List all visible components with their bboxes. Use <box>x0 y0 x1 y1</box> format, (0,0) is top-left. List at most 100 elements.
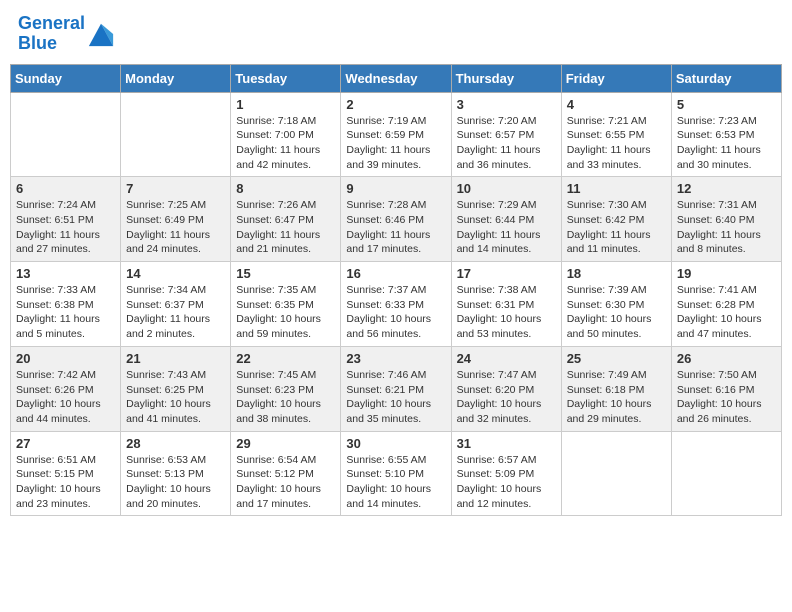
day-info: Sunrise: 7:18 AMSunset: 7:00 PMDaylight:… <box>236 114 335 173</box>
logo-text: GeneralBlue <box>18 14 85 54</box>
calendar-cell: 24 Sunrise: 7:47 AMSunset: 6:20 PMDayligh… <box>451 346 561 431</box>
calendar-cell: 1 Sunrise: 7:18 AMSunset: 7:00 PMDaylight… <box>231 92 341 177</box>
weekday-header: Monday <box>121 64 231 92</box>
calendar-week-row: 13 Sunrise: 7:33 AMSunset: 6:38 PMDayligh… <box>11 262 782 347</box>
calendar-cell: 11 Sunrise: 7:30 AMSunset: 6:42 PMDayligh… <box>561 177 671 262</box>
calendar-cell <box>11 92 121 177</box>
day-number: 27 <box>16 436 115 451</box>
calendar-cell: 12 Sunrise: 7:31 AMSunset: 6:40 PMDayligh… <box>671 177 781 262</box>
calendar-cell: 31 Sunrise: 6:57 AMSunset: 5:09 PMDayligh… <box>451 431 561 516</box>
calendar-cell <box>121 92 231 177</box>
weekday-header: Friday <box>561 64 671 92</box>
calendar-cell: 5 Sunrise: 7:23 AMSunset: 6:53 PMDaylight… <box>671 92 781 177</box>
day-info: Sunrise: 7:42 AMSunset: 6:26 PMDaylight:… <box>16 368 115 427</box>
day-number: 25 <box>567 351 666 366</box>
day-info: Sunrise: 7:31 AMSunset: 6:40 PMDaylight:… <box>677 198 776 257</box>
day-info: Sunrise: 7:29 AMSunset: 6:44 PMDaylight:… <box>457 198 556 257</box>
weekday-header: Sunday <box>11 64 121 92</box>
calendar-cell: 2Sunrise: 7:19 AMSunset: 6:59 PMDaylight… <box>341 92 451 177</box>
day-number: 2 <box>346 97 445 112</box>
day-info: Sunrise: 7:33 AMSunset: 6:38 PMDaylight:… <box>16 283 115 342</box>
day-info: Sunrise: 7:24 AMSunset: 6:51 PMDaylight:… <box>16 198 115 257</box>
day-info: Sunrise: 6:55 AMSunset: 5:10 PMDaylight:… <box>346 453 445 512</box>
calendar-week-row: 6Sunrise: 7:24 AMSunset: 6:51 PMDaylight… <box>11 177 782 262</box>
day-number: 12 <box>677 181 776 196</box>
day-info: Sunrise: 7:41 AMSunset: 6:28 PMDaylight:… <box>677 283 776 342</box>
day-info: Sunrise: 7:50 AMSunset: 6:16 PMDaylight:… <box>677 368 776 427</box>
day-number: 29 <box>236 436 335 451</box>
day-info: Sunrise: 7:20 AMSunset: 6:57 PMDaylight:… <box>457 114 556 173</box>
day-number: 15 <box>236 266 335 281</box>
day-number: 24 <box>457 351 556 366</box>
weekday-header: Wednesday <box>341 64 451 92</box>
calendar-week-row: 20 Sunrise: 7:42 AMSunset: 6:26 PMDayligh… <box>11 346 782 431</box>
day-info: Sunrise: 7:34 AMSunset: 6:37 PMDaylight:… <box>126 283 225 342</box>
day-info: Sunrise: 7:46 AMSunset: 6:21 PMDaylight:… <box>346 368 445 427</box>
day-number: 7 <box>126 181 225 196</box>
day-info: Sunrise: 6:51 AMSunset: 5:15 PMDaylight:… <box>16 453 115 512</box>
calendar-cell: 18 Sunrise: 7:39 AMSunset: 6:30 PMDayligh… <box>561 262 671 347</box>
day-number: 28 <box>126 436 225 451</box>
day-number: 3 <box>457 97 556 112</box>
day-number: 18 <box>567 266 666 281</box>
day-number: 11 <box>567 181 666 196</box>
weekday-header: Thursday <box>451 64 561 92</box>
calendar-cell <box>671 431 781 516</box>
calendar-cell: 16Sunrise: 7:37 AMSunset: 6:33 PMDayligh… <box>341 262 451 347</box>
day-number: 26 <box>677 351 776 366</box>
calendar-cell: 9Sunrise: 7:28 AMSunset: 6:46 PMDaylight… <box>341 177 451 262</box>
calendar-cell: 13 Sunrise: 7:33 AMSunset: 6:38 PMDayligh… <box>11 262 121 347</box>
calendar-cell: 25Sunrise: 7:49 AMSunset: 6:18 PMDayligh… <box>561 346 671 431</box>
day-number: 5 <box>677 97 776 112</box>
day-info: Sunrise: 7:23 AMSunset: 6:53 PMDaylight:… <box>677 114 776 173</box>
calendar-cell: 17 Sunrise: 7:38 AMSunset: 6:31 PMDayligh… <box>451 262 561 347</box>
calendar-cell: 29 Sunrise: 6:54 AMSunset: 5:12 PMDayligh… <box>231 431 341 516</box>
day-info: Sunrise: 7:30 AMSunset: 6:42 PMDaylight:… <box>567 198 666 257</box>
calendar-cell: 10 Sunrise: 7:29 AMSunset: 6:44 PMDayligh… <box>451 177 561 262</box>
day-number: 21 <box>126 351 225 366</box>
calendar-cell: 15 Sunrise: 7:35 AMSunset: 6:35 PMDayligh… <box>231 262 341 347</box>
day-number: 19 <box>677 266 776 281</box>
day-number: 13 <box>16 266 115 281</box>
weekday-header: Tuesday <box>231 64 341 92</box>
day-number: 30 <box>346 436 445 451</box>
day-number: 4 <box>567 97 666 112</box>
day-number: 17 <box>457 266 556 281</box>
day-info: Sunrise: 7:28 AMSunset: 6:46 PMDaylight:… <box>346 198 445 257</box>
day-info: Sunrise: 6:57 AMSunset: 5:09 PMDaylight:… <box>457 453 556 512</box>
calendar-week-row: 27 Sunrise: 6:51 AMSunset: 5:15 PMDayligh… <box>11 431 782 516</box>
day-number: 20 <box>16 351 115 366</box>
calendar-cell: 14 Sunrise: 7:34 AMSunset: 6:37 PMDayligh… <box>121 262 231 347</box>
day-number: 10 <box>457 181 556 196</box>
calendar-cell: 26 Sunrise: 7:50 AMSunset: 6:16 PMDayligh… <box>671 346 781 431</box>
day-number: 22 <box>236 351 335 366</box>
calendar-cell <box>561 431 671 516</box>
calendar-cell: 20 Sunrise: 7:42 AMSunset: 6:26 PMDayligh… <box>11 346 121 431</box>
logo: GeneralBlue <box>18 14 115 54</box>
day-info: Sunrise: 7:45 AMSunset: 6:23 PMDaylight:… <box>236 368 335 427</box>
calendar-cell: 28Sunrise: 6:53 AMSunset: 5:13 PMDayligh… <box>121 431 231 516</box>
day-number: 1 <box>236 97 335 112</box>
day-info: Sunrise: 7:43 AMSunset: 6:25 PMDaylight:… <box>126 368 225 427</box>
day-info: Sunrise: 7:35 AMSunset: 6:35 PMDaylight:… <box>236 283 335 342</box>
day-info: Sunrise: 7:37 AMSunset: 6:33 PMDaylight:… <box>346 283 445 342</box>
calendar-cell: 22 Sunrise: 7:45 AMSunset: 6:23 PMDayligh… <box>231 346 341 431</box>
day-number: 23 <box>346 351 445 366</box>
day-info: Sunrise: 7:38 AMSunset: 6:31 PMDaylight:… <box>457 283 556 342</box>
day-info: Sunrise: 7:26 AMSunset: 6:47 PMDaylight:… <box>236 198 335 257</box>
calendar-cell: 4Sunrise: 7:21 AMSunset: 6:55 PMDaylight… <box>561 92 671 177</box>
day-info: Sunrise: 6:54 AMSunset: 5:12 PMDaylight:… <box>236 453 335 512</box>
day-number: 14 <box>126 266 225 281</box>
logo-icon <box>87 20 115 48</box>
day-info: Sunrise: 7:25 AMSunset: 6:49 PMDaylight:… <box>126 198 225 257</box>
calendar-cell: 21 Sunrise: 7:43 AMSunset: 6:25 PMDayligh… <box>121 346 231 431</box>
calendar-cell: 8Sunrise: 7:26 AMSunset: 6:47 PMDaylight… <box>231 177 341 262</box>
weekday-header: Saturday <box>671 64 781 92</box>
page-header: GeneralBlue <box>10 10 782 58</box>
calendar-cell: 19 Sunrise: 7:41 AMSunset: 6:28 PMDayligh… <box>671 262 781 347</box>
day-info: Sunrise: 7:39 AMSunset: 6:30 PMDaylight:… <box>567 283 666 342</box>
calendar-cell: 3 Sunrise: 7:20 AMSunset: 6:57 PMDaylight… <box>451 92 561 177</box>
day-number: 31 <box>457 436 556 451</box>
calendar-cell: 30 Sunrise: 6:55 AMSunset: 5:10 PMDayligh… <box>341 431 451 516</box>
day-info: Sunrise: 7:47 AMSunset: 6:20 PMDaylight:… <box>457 368 556 427</box>
